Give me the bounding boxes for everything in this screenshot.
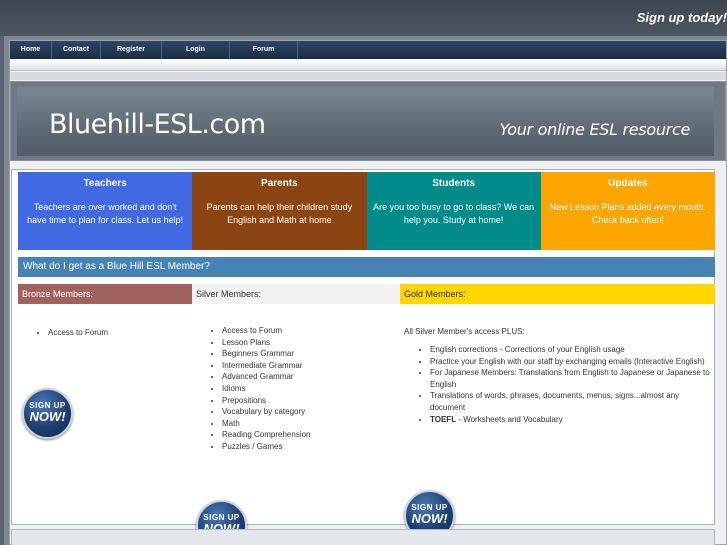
nav-forum[interactable]: Forum (230, 41, 298, 59)
feature-parents: Parents Parents can help their children … (192, 172, 367, 250)
badge-bottom-text: NOW! (411, 511, 448, 526)
list-item: Beginners Grammar (222, 348, 400, 360)
silver-benefits: Access to Forum Lesson Plans Beginners G… (192, 325, 400, 453)
list-item: English corrections - Corrections of you… (430, 344, 715, 356)
feature-students: Students Are you too busy to go to class… (366, 172, 541, 250)
feature-title: Teachers (83, 178, 127, 189)
list-item: Idioms (222, 383, 400, 395)
site-banner: Bluehill-ESL.com Your online ESL resourc… (10, 81, 726, 161)
list-item: Intermediate Grammar (222, 360, 400, 372)
feature-text: New Lesson Plans added every month. Chec… (549, 202, 707, 225)
feature-text: Teachers are over worked and don't have … (27, 202, 184, 225)
gold-heading: Gold Members: (400, 284, 715, 304)
gold-benefits: All Silver Member's access PLUS: English… (400, 327, 715, 425)
list-item: Prepositions (222, 395, 400, 407)
feature-text: Are you too busy to go to class? We can … (373, 202, 535, 225)
top-bar: Sign up today! (0, 0, 727, 36)
site-tagline: Your online ESL resource (499, 120, 691, 139)
bronze-heading: Bronze Members: (18, 284, 192, 304)
list-item: For Japanese Members: Translations from … (430, 367, 715, 390)
nav-contact[interactable]: Contact (52, 41, 101, 59)
silver-heading: Silver Members: (192, 284, 400, 304)
bronze-benefits: Access to Forum (18, 327, 192, 339)
nav-login[interactable]: Login (162, 41, 230, 59)
list-item: Lesson Plans (222, 337, 400, 349)
nav-register[interactable]: Register (101, 41, 162, 59)
list-item: TOEFL - Worksheets and Vocabulary (430, 414, 715, 426)
list-item: Vocabulary by category (222, 406, 400, 418)
gold-list: English corrections - Corrections of you… (404, 344, 715, 425)
badge-bottom-text: NOW! (29, 409, 66, 424)
page-frame: Home Contact Register Login Forum Bluehi… (4, 36, 727, 545)
list-item: Practice your English with our staff by … (430, 356, 715, 368)
toefl-description: - Worksheets and Vocabulary (456, 414, 563, 424)
bronze-list: Access to Forum (48, 327, 192, 339)
list-item: Advanced Grammar (222, 371, 400, 383)
sign-up-now-badge-bronze[interactable]: SIGN UP NOW! (22, 388, 73, 439)
page-container: Home Contact Register Login Forum Bluehi… (9, 40, 727, 545)
list-item: Reading Comprehension (222, 429, 400, 441)
sub-nav-bar (10, 59, 726, 71)
gold-intro: All Silver Member's access PLUS: (404, 327, 525, 336)
feature-title: Updates (608, 178, 648, 189)
toefl-term: TOEFL (430, 414, 457, 424)
main-nav: Home Contact Register Login Forum (10, 41, 726, 59)
footer-strip (11, 529, 715, 545)
feature-title: Students (432, 178, 476, 189)
site-title: Bluehill-ESL.com (49, 109, 266, 140)
feature-updates: Updates New Lesson Plans added every mon… (540, 172, 715, 250)
feature-teachers: Teachers Teachers are over worked and do… (18, 172, 193, 250)
divider-strip (10, 72, 726, 80)
list-item: Puzzles / Games (222, 441, 400, 453)
content-box: Teachers Teachers are over worked and do… (11, 169, 715, 545)
sign-up-today-link[interactable]: Sign up today! (637, 10, 727, 25)
list-item: Access to Forum (222, 325, 400, 337)
feature-row: Teachers Teachers are over worked and do… (18, 172, 715, 250)
nav-home[interactable]: Home (10, 41, 52, 59)
feature-title: Parents (261, 178, 298, 189)
banner-panel: Bluehill-ESL.com Your online ESL resourc… (17, 87, 714, 156)
list-item: Math (222, 418, 400, 430)
feature-text: Parents can help their children study En… (206, 202, 353, 225)
list-item: Translations of words, phrases, document… (430, 390, 715, 413)
silver-list: Access to Forum Lesson Plans Beginners G… (222, 325, 400, 453)
membership-question: What do I get as a Blue Hill ESL Member? (18, 257, 715, 277)
list-item: Access to Forum (48, 327, 192, 339)
